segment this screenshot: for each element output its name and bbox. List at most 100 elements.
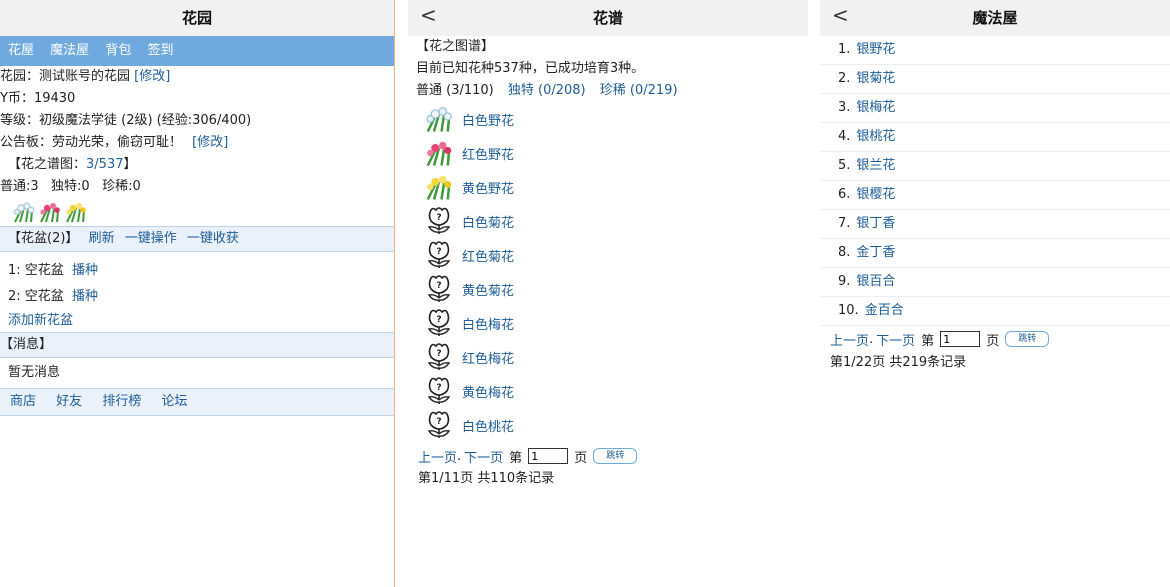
- footer-forum[interactable]: 论坛: [161, 394, 187, 409]
- footer-ranking[interactable]: 排行榜: [102, 394, 141, 409]
- pot-row: 2: 空花盆 播种: [0, 284, 394, 310]
- yellow-wildflower-icon[interactable]: [64, 200, 88, 224]
- magic-item: 8. 金丁香: [820, 239, 1170, 268]
- magic-item-link[interactable]: 银野花: [856, 42, 895, 57]
- item-number: 3.: [838, 100, 851, 115]
- pot-row: 1: 空花盆 播种: [0, 258, 394, 284]
- page-unit: 页: [574, 450, 588, 466]
- footer-nav: 商店 好友 排行榜 论坛: [0, 388, 394, 416]
- flower-item[interactable]: 白色野花: [408, 102, 808, 136]
- magic-item-link[interactable]: 银百合: [856, 274, 895, 289]
- page-title: 花谱: [592, 9, 623, 27]
- magic-item-link[interactable]: 金百合: [865, 303, 904, 318]
- magic-item-link[interactable]: 金丁香: [856, 245, 895, 260]
- nav-flower-shop[interactable]: 花屋: [8, 43, 34, 58]
- page-summary: 第1/22页 共219条记录: [830, 355, 967, 370]
- next-page-link[interactable]: 下一页: [876, 330, 915, 349]
- nav-checkin[interactable]: 签到: [147, 43, 173, 58]
- flower-name[interactable]: 白色梅花: [462, 314, 514, 333]
- one-click-operate-link[interactable]: 一键操作: [125, 231, 177, 246]
- flower-name[interactable]: 白色野花: [462, 110, 514, 129]
- refresh-link[interactable]: 刷新: [89, 231, 115, 246]
- flower-item[interactable]: ? 红色菊花: [408, 238, 808, 272]
- atlas-heading: 【花之图谱】: [416, 39, 495, 54]
- one-click-harvest-link[interactable]: 一键收获: [187, 231, 239, 246]
- flower-name[interactable]: 红色野花: [462, 144, 514, 163]
- unknown-flower-icon: ?: [424, 342, 454, 372]
- flower-item[interactable]: ? 黄色梅花: [408, 374, 808, 408]
- garden-nav: 花屋 魔法屋 背包 签到: [0, 36, 394, 66]
- magic-list: 1. 银野花 2. 银菊花 3. 银梅花 4. 银桃花 5. 银兰花 6. 银樱花 7. 银丁香 8. 金丁香…: [820, 36, 1170, 326]
- svg-text:?: ?: [436, 281, 441, 291]
- next-page-link[interactable]: 下一页: [464, 447, 503, 466]
- page-input[interactable]: [940, 331, 981, 347]
- item-number: 4.: [838, 129, 851, 144]
- notice-text: 公告板：劳动光荣，偷窃可耻！: [0, 135, 183, 150]
- panel-divider: [394, 0, 395, 587]
- white-wildflower-icon[interactable]: [12, 200, 36, 224]
- nav-magic-house[interactable]: 魔法屋: [50, 43, 89, 58]
- atlas-pager: 上一页. 下一页 第 页 跳转: [408, 444, 808, 468]
- jump-button[interactable]: 跳转: [593, 448, 638, 464]
- magic-item-link[interactable]: 银樱花: [856, 187, 895, 202]
- flower-item[interactable]: ? 黄色菊花: [408, 272, 808, 306]
- modify-garden-link[interactable]: [修改]: [134, 69, 170, 84]
- flower-name[interactable]: 黄色野花: [462, 178, 514, 197]
- svg-text:?: ?: [436, 247, 441, 257]
- prev-page-link[interactable]: 上一页: [418, 447, 457, 466]
- item-number: 5.: [838, 158, 851, 173]
- flower-item[interactable]: 黄色野花: [408, 170, 808, 204]
- jump-button[interactable]: 跳转: [1005, 331, 1050, 347]
- flower-name[interactable]: 黄色菊花: [462, 280, 514, 299]
- item-number: 9.: [838, 274, 851, 289]
- owned-flowers: [0, 198, 394, 226]
- magic-item-link[interactable]: 银梅花: [856, 100, 895, 115]
- rarity-counts: 普通:3 独特:0 珍稀:0: [0, 179, 141, 194]
- pots-title: 【花盆(2)】: [8, 231, 79, 246]
- coins: Y币：19430: [0, 91, 76, 106]
- garden-titlebar: 花园: [0, 0, 394, 36]
- footer-shop[interactable]: 商店: [10, 394, 36, 409]
- flower-name[interactable]: 黄色梅花: [462, 382, 514, 401]
- flower-item[interactable]: ? 红色梅花: [408, 340, 808, 374]
- magic-item-link[interactable]: 银菊花: [856, 71, 895, 86]
- flower-item[interactable]: ? 白色桃花: [408, 408, 808, 442]
- tab-rare[interactable]: 珍稀 (0/219): [600, 83, 678, 98]
- tab-unique[interactable]: 独特 (0/208): [508, 83, 586, 98]
- magic-item-link[interactable]: 银桃花: [856, 129, 895, 144]
- item-number: 10.: [838, 303, 859, 318]
- pots-bar: 【花盆(2)】 刷新 一键操作 一键收获: [0, 226, 394, 252]
- flower-item[interactable]: 红色野花: [408, 136, 808, 170]
- atlas-titlebar: < 花谱: [408, 0, 808, 36]
- modify-notice-link[interactable]: [修改]: [192, 135, 228, 150]
- footer-friends[interactable]: 好友: [56, 394, 82, 409]
- svg-text:?: ?: [436, 417, 441, 427]
- page-unit: 页: [986, 333, 1000, 349]
- garden-panel: 花园 花屋 魔法屋 背包 签到 花园：测试账号的花园 [修改] Y币：19430…: [0, 0, 394, 587]
- notice-line: 公告板：劳动光荣，偷窃可耻！ [修改]: [0, 132, 394, 154]
- magic-item-link[interactable]: 银兰花: [856, 158, 895, 173]
- prev-page-link[interactable]: 上一页: [830, 330, 869, 349]
- flower-name[interactable]: 红色菊花: [462, 246, 514, 265]
- atlas-link[interactable]: 3/537: [86, 157, 123, 172]
- add-pot-link[interactable]: 添加新花盆: [0, 310, 394, 332]
- messages-bar: 【消息】: [0, 332, 394, 358]
- magic-item-link[interactable]: 银丁香: [856, 216, 895, 231]
- no-messages: 暂无消息: [8, 365, 61, 380]
- atlas-label-close: 】: [123, 157, 137, 172]
- magic-item: 10. 金百合: [820, 297, 1170, 326]
- magic-item: 1. 银野花: [820, 36, 1170, 65]
- tab-common[interactable]: 普通 (3/110): [416, 83, 494, 98]
- magic-item: 5. 银兰花: [820, 152, 1170, 181]
- nav-backpack[interactable]: 背包: [105, 43, 131, 58]
- sow-link[interactable]: 播种: [72, 263, 98, 278]
- flower-name[interactable]: 白色桃花: [462, 416, 514, 435]
- sow-link[interactable]: 播种: [72, 289, 98, 304]
- page-input[interactable]: [528, 448, 569, 464]
- page-summary: 第1/11页 共110条记录: [418, 471, 555, 486]
- flower-name[interactable]: 红色梅花: [462, 348, 514, 367]
- red-wildflower-icon[interactable]: [38, 200, 62, 224]
- flower-item[interactable]: ? 白色梅花: [408, 306, 808, 340]
- flower-name[interactable]: 白色菊花: [462, 212, 514, 231]
- flower-item[interactable]: ? 白色菊花: [408, 204, 808, 238]
